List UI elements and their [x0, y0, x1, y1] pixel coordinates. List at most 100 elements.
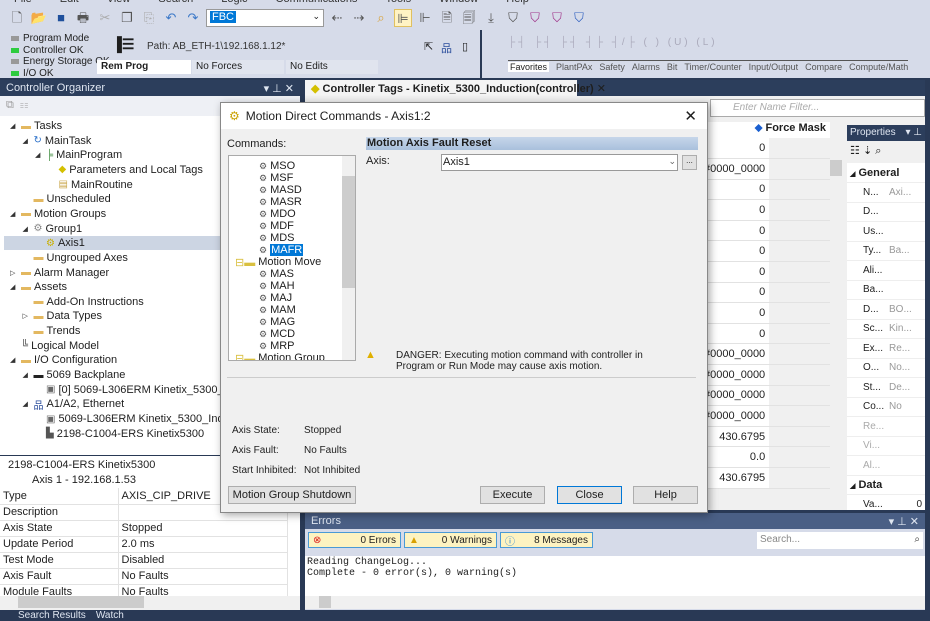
- tree-item[interactable]: ▬ Unscheduled: [23, 192, 111, 206]
- expand-toggle-icon[interactable]: ◢: [23, 400, 31, 408]
- command-item[interactable]: ⚙ MRP: [259, 340, 295, 352]
- tree-item[interactable]: ▙ 2198-C1004-ERS Kinetix5300: [35, 427, 204, 441]
- force-mask-cell[interactable]: [769, 446, 830, 468]
- motion-group-shutdown-button[interactable]: Motion Group Shutdown: [228, 486, 356, 504]
- command-item[interactable]: ⚙ MAJ: [259, 292, 292, 304]
- commands-scrollbar[interactable]: [342, 156, 355, 360]
- tag-row[interactable]: 0.0: [700, 446, 830, 468]
- force-mask-cell[interactable]: [769, 220, 830, 242]
- save-icon[interactable]: ■: [52, 9, 70, 27]
- expand-toggle-icon[interactable]: ◢: [35, 151, 43, 159]
- force-mask-cell[interactable]: [769, 179, 830, 201]
- tag-value[interactable]: 0: [700, 282, 770, 304]
- tag-row[interactable]: 430.6795: [700, 426, 830, 448]
- force-mask-cell[interactable]: [769, 343, 830, 366]
- search-combo[interactable]: FBC ⌄: [206, 9, 324, 27]
- print-icon[interactable]: 🖶: [74, 9, 92, 27]
- errors-search-input[interactable]: Search... ⌕: [757, 532, 923, 549]
- tree-item[interactable]: ◢ 品 A1/A2, Ethernet: [23, 397, 125, 412]
- tree-item[interactable]: ◢ ↻ MainTask: [23, 134, 92, 148]
- close-button[interactable]: Close: [557, 486, 622, 504]
- forces-status[interactable]: No Forces: [192, 60, 284, 74]
- expand-icon[interactable]: ☷: [20, 99, 28, 111]
- command-item[interactable]: ⚙ MAFR: [259, 244, 304, 256]
- new-icon[interactable]: 🗋: [8, 9, 26, 27]
- network-icon[interactable]: 品: [441, 40, 452, 56]
- palette-tab[interactable]: Timer/Counter: [684, 62, 741, 72]
- verify-routine-icon[interactable]: 🗎: [438, 9, 456, 27]
- tag-row[interactable]: #0000_0000: [700, 385, 830, 407]
- tag-value[interactable]: 0: [700, 179, 770, 201]
- close-icon[interactable]: ✕: [684, 107, 697, 125]
- tree-item[interactable]: ▬ Ungrouped Axes: [23, 251, 128, 265]
- command-item[interactable]: ⚙ MAM: [259, 304, 296, 316]
- tag-row[interactable]: #0000_0000: [700, 405, 830, 427]
- tag-row[interactable]: 0: [700, 240, 830, 263]
- alphabetical-icon[interactable]: ⇣: [863, 145, 872, 157]
- tag-value[interactable]: #0000_0000: [700, 158, 770, 180]
- expand-toggle-icon[interactable]: ◢: [10, 283, 18, 291]
- tree-item[interactable]: ▤ MainRoutine: [48, 178, 133, 192]
- tag-value[interactable]: #0000_0000: [700, 385, 770, 407]
- palette-tab[interactable]: PlantPAx: [556, 62, 592, 72]
- who-active-icon[interactable]: ⇱: [424, 40, 433, 53]
- paste-icon[interactable]: ⎘: [140, 9, 158, 27]
- lock2-icon[interactable]: ⛉: [548, 9, 566, 27]
- unlock-icon[interactable]: ⛉: [570, 9, 588, 27]
- tag-row[interactable]: 0: [700, 261, 830, 283]
- pane-controls-icon[interactable]: ▾ ⊥ ✕: [889, 515, 919, 528]
- tag-value[interactable]: 0: [700, 220, 770, 242]
- palette-tab[interactable]: Compare: [805, 62, 842, 72]
- mode-status[interactable]: Rem Prog: [97, 60, 191, 74]
- expand-toggle-icon[interactable]: ◢: [10, 122, 18, 130]
- bottom-tab[interactable]: Watch: [96, 610, 124, 621]
- command-item[interactable]: ⚙ MASR: [259, 196, 302, 208]
- vertical-scrollbar[interactable]: [830, 122, 842, 510]
- tag-row[interactable]: 0: [700, 323, 830, 345]
- command-folder[interactable]: ⊟▬ Motion Move: [235, 256, 321, 269]
- command-item[interactable]: ⚙ MAH: [259, 280, 295, 292]
- palette-tab[interactable]: Compute/Math: [849, 62, 908, 72]
- tree-item[interactable]: ◢ ⚙ Group1: [23, 222, 83, 236]
- tag-value[interactable]: 0.0: [700, 446, 770, 468]
- force-mask-cell[interactable]: [769, 364, 830, 386]
- execute-button[interactable]: Execute: [480, 486, 545, 504]
- force-mask-cell[interactable]: [769, 261, 830, 283]
- horizontal-scrollbar[interactable]: [0, 596, 300, 610]
- categorized-icon[interactable]: ☷: [850, 145, 860, 157]
- property-row[interactable]: Sc... Kin...: [847, 319, 925, 339]
- browse-button[interactable]: ...: [682, 155, 697, 170]
- tag-value[interactable]: 0: [700, 240, 770, 263]
- command-item[interactable]: ⚙ MAG: [259, 316, 295, 328]
- force-mask-cell[interactable]: [769, 323, 830, 345]
- force-mask-cell[interactable]: [769, 158, 830, 180]
- tag-row[interactable]: 0: [700, 138, 830, 160]
- tag-row[interactable]: 430.6795: [700, 467, 830, 489]
- lock-icon[interactable]: ⛉: [526, 9, 544, 27]
- expand-toggle-icon[interactable]: ▷: [23, 312, 31, 320]
- security-icon[interactable]: ⛉: [504, 9, 522, 27]
- command-item[interactable]: ⚙ MDS: [259, 232, 295, 244]
- controller-icon[interactable]: ▯: [462, 40, 468, 53]
- force-mask-cell[interactable]: [769, 426, 830, 448]
- tree-item[interactable]: ◢ ▬ I/O Configuration: [10, 353, 117, 367]
- download-icon[interactable]: ⤓: [482, 9, 500, 27]
- pane-controls-icon[interactable]: ▾ ⊥ ✕: [264, 82, 294, 95]
- tree-item[interactable]: ▷ ▬ Data Types: [23, 309, 102, 323]
- tag-row[interactable]: 0: [700, 179, 830, 201]
- property-row[interactable]: Ex... Re...: [847, 338, 925, 359]
- command-item[interactable]: ⚙ MAS: [259, 268, 294, 280]
- commands-tree[interactable]: ⚙ MSO ⚙ MSF ⚙ MASD ⚙ MASR ⚙ MDO ⚙ MDF ⚙ MDS ⚙ MAFR ⊟▬ Mot…: [228, 155, 356, 361]
- find-prev-icon[interactable]: ⇠: [328, 9, 346, 27]
- errors-filter[interactable]: ⊗ 0 Errors: [308, 532, 401, 548]
- undo-icon[interactable]: ↶: [162, 9, 180, 27]
- property-row[interactable]: O... No...: [847, 358, 925, 378]
- tree-item[interactable]: ◢ ▬ Motion Groups: [10, 207, 106, 221]
- tag-row[interactable]: 0: [700, 282, 830, 304]
- tag-row[interactable]: #0000_0000: [700, 158, 830, 180]
- command-item[interactable]: ⚙ MCD: [259, 328, 295, 340]
- force-mask-cell[interactable]: [769, 199, 830, 221]
- tag-row[interactable]: #0000_0000: [700, 364, 830, 386]
- command-item[interactable]: ⚙ MDO: [259, 208, 296, 220]
- tree-item[interactable]: ╚ Logical Model: [10, 339, 99, 353]
